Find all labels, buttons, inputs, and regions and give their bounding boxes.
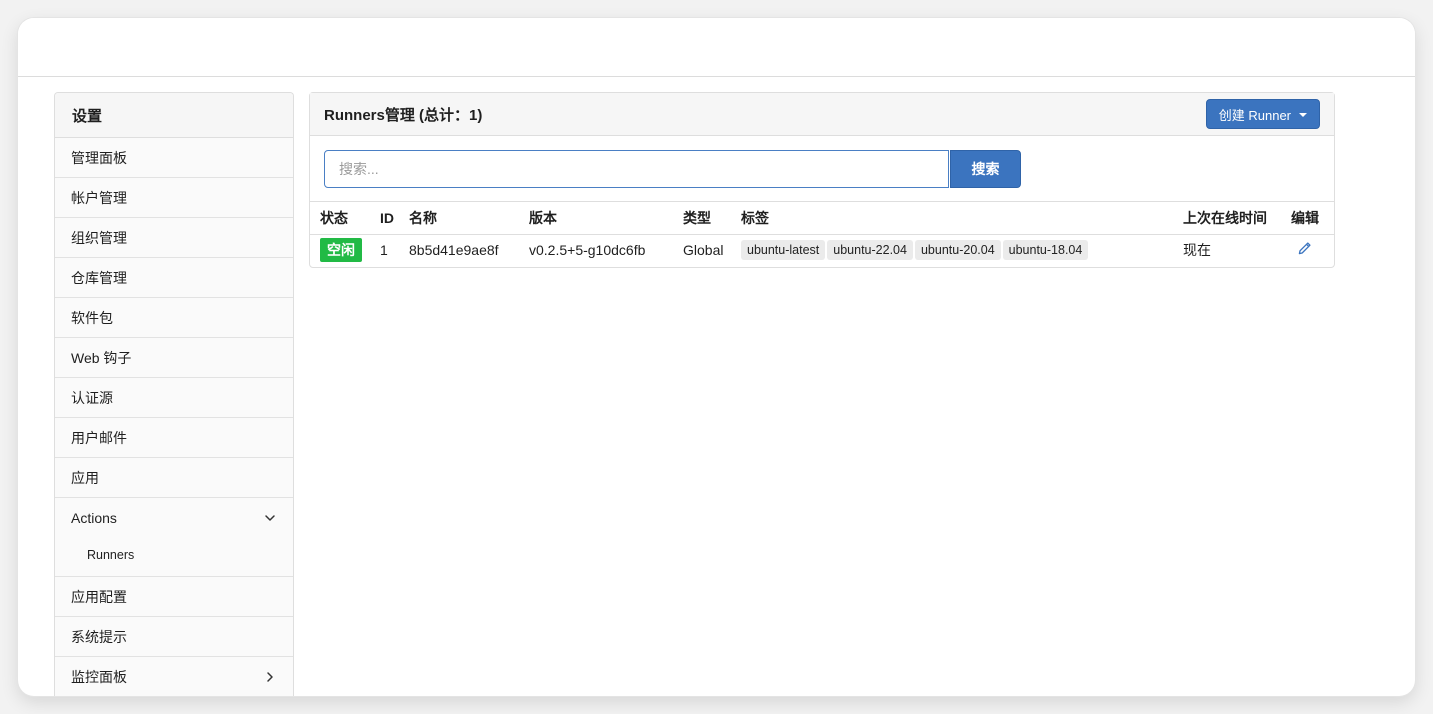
column-header-last-online: 上次在线时间 — [1173, 202, 1281, 235]
sidebar-item-repositories[interactable]: 仓库管理 — [55, 258, 293, 298]
runner-type: Global — [683, 242, 724, 259]
label-tag: ubuntu-latest — [741, 240, 826, 261]
runners-table: 状态 ID 名称 版本 类型 标签 上次在线时间 编辑 空闲 1 8b5d41e… — [310, 202, 1334, 266]
sidebar-item-user-emails[interactable]: 用户邮件 — [55, 418, 293, 458]
sidebar-item-label: Actions — [71, 510, 117, 526]
runner-id: 1 — [380, 242, 388, 259]
app-window: 设置 管理面板 帐户管理 组织管理 仓库管理 软件包 Web 钩子 认证源 用户… — [18, 18, 1415, 696]
column-header-status: 状态 — [310, 202, 370, 235]
column-header-name: 名称 — [399, 202, 519, 235]
sidebar-item-label: 组织管理 — [71, 229, 127, 246]
runners-panel: Runners管理 (总计：1) 创建 Runner 搜索 状态 ID 名称 版… — [309, 92, 1335, 268]
sidebar-group-actions: Actions Runners — [55, 498, 293, 577]
sidebar-item-dashboard[interactable]: 管理面板 — [55, 138, 293, 178]
runner-name: 8b5d41e9ae8f — [409, 242, 499, 259]
chevron-down-icon — [263, 511, 277, 525]
sidebar-item-actions[interactable]: Actions — [55, 498, 293, 538]
column-header-version: 版本 — [519, 202, 673, 235]
search-input[interactable] — [324, 149, 949, 188]
chevron-right-icon — [263, 670, 277, 684]
sidebar-item-label: 应用配置 — [71, 588, 127, 605]
column-header-id: ID — [370, 202, 399, 235]
caret-down-icon — [1299, 113, 1307, 117]
sidebar-item-packages[interactable]: 软件包 — [55, 298, 293, 338]
search-row: 搜索 — [310, 136, 1334, 202]
column-header-labels: 标签 — [731, 202, 1173, 235]
pencil-icon[interactable] — [1297, 241, 1312, 256]
label-tag: ubuntu-20.04 — [914, 240, 1001, 261]
sidebar-item-config[interactable]: 应用配置 — [55, 577, 293, 617]
sidebar-item-label: Web 钩子 — [71, 349, 132, 366]
label-tag: ubuntu-18.04 — [1002, 240, 1089, 261]
sidebar-item-label: 监控面板 — [71, 668, 127, 685]
page-title: Runners管理 (总计：1) — [324, 106, 483, 124]
sidebar-item-label: 应用 — [71, 469, 99, 486]
column-header-type: 类型 — [673, 202, 731, 235]
sidebar-item-label: 认证源 — [71, 389, 113, 406]
sidebar-item-accounts[interactable]: 帐户管理 — [55, 178, 293, 218]
table-row: 空闲 1 8b5d41e9ae8f v0.2.5+5-g10dc6fb Glob… — [310, 234, 1334, 266]
create-runner-button[interactable]: 创建 Runner — [1205, 99, 1320, 129]
settings-sidebar: 设置 管理面板 帐户管理 组织管理 仓库管理 软件包 Web 钩子 认证源 用户… — [54, 92, 294, 696]
sidebar-item-monitor[interactable]: 监控面板 — [55, 657, 293, 696]
runner-labels: ubuntu-latest ubuntu-22.04 ubuntu-20.04 ubu… — [731, 234, 1173, 266]
sidebar-item-organizations[interactable]: 组织管理 — [55, 218, 293, 258]
sidebar-item-webhooks[interactable]: Web 钩子 — [55, 338, 293, 378]
sidebar-item-auth-sources[interactable]: 认证源 — [55, 378, 293, 418]
sidebar-item-label: 软件包 — [71, 309, 113, 326]
runner-version: v0.2.5+5-g10dc6fb — [529, 242, 646, 259]
create-runner-label: 创建 Runner — [1218, 107, 1291, 123]
sidebar-item-label: 用户邮件 — [71, 429, 127, 446]
sidebar-item-label: 管理面板 — [71, 149, 127, 166]
sidebar-header: 设置 — [55, 93, 293, 138]
panel-header: Runners管理 (总计：1) 创建 Runner — [310, 93, 1334, 136]
sidebar-item-label: 帐户管理 — [71, 189, 127, 206]
top-navbar — [18, 18, 1415, 77]
sidebar-subitem-label: Runners — [87, 548, 135, 562]
column-header-edit: 编辑 — [1281, 202, 1334, 235]
sidebar-subitem-runners[interactable]: Runners — [55, 538, 293, 576]
status-badge: 空闲 — [320, 238, 362, 263]
runner-last-online: 现在 — [1183, 242, 1211, 259]
sidebar-item-notices[interactable]: 系统提示 — [55, 617, 293, 657]
sidebar-item-label: 系统提示 — [71, 628, 127, 645]
sidebar-item-label: 仓库管理 — [71, 269, 127, 286]
search-button[interactable]: 搜索 — [950, 149, 1021, 188]
sidebar-item-applications[interactable]: 应用 — [55, 458, 293, 498]
label-tag: ubuntu-22.04 — [827, 240, 913, 261]
table-header-row: 状态 ID 名称 版本 类型 标签 上次在线时间 编辑 — [310, 202, 1334, 235]
